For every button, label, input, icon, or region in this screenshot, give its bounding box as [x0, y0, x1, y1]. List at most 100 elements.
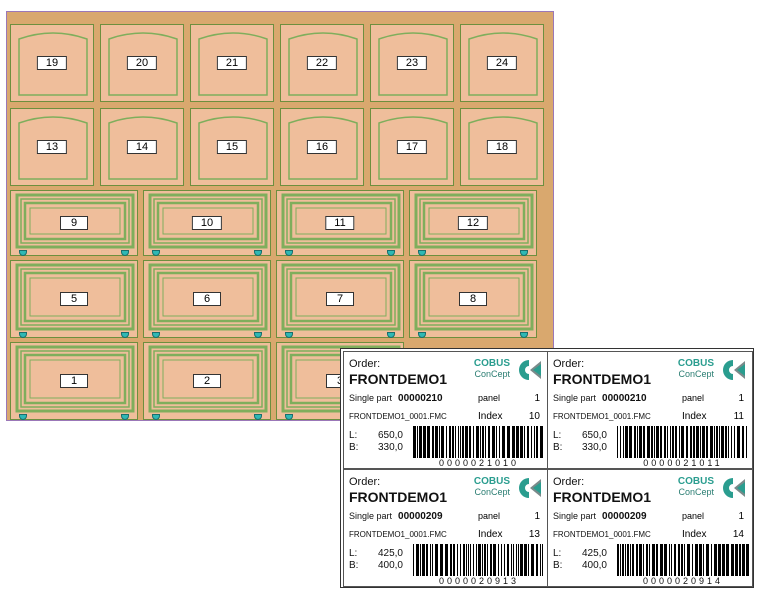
- panel-number: 1: [60, 374, 88, 388]
- single-part-label: Single part: [553, 393, 597, 403]
- panel-number: 24: [486, 56, 518, 70]
- barcode-number: 0000020913: [438, 576, 520, 586]
- brand-subtitle: ConCept: [474, 487, 510, 497]
- hinge-icon: [254, 414, 262, 420]
- width-dimension: B: 400,0: [553, 560, 607, 571]
- length-value: 650,0: [377, 430, 403, 441]
- single-part-label: Single part: [349, 511, 393, 521]
- panel-number: 14: [126, 140, 158, 154]
- brand-subtitle: ConCept: [678, 369, 714, 379]
- order-name: FRONTDEMO1: [349, 489, 447, 505]
- width-label: B:: [349, 560, 359, 571]
- panel-1[interactable]: 1: [10, 342, 138, 420]
- panel-number: 16: [306, 140, 338, 154]
- brand-subtitle: ConCept: [678, 487, 714, 497]
- width-dimension: B: 330,0: [349, 442, 403, 453]
- panel-number: 7: [326, 292, 354, 306]
- brand-text: COBUS ConCept: [678, 359, 714, 380]
- index-caption: Index: [682, 411, 707, 422]
- brand-subtitle: ConCept: [474, 369, 510, 379]
- panel-number: 20: [126, 56, 158, 70]
- panel-15[interactable]: 15: [190, 108, 274, 186]
- panel-count: 1: [534, 511, 540, 522]
- order-caption: Order:: [349, 358, 381, 370]
- single-part-label: Single part: [553, 511, 597, 521]
- single-part-caption: Single part 00000210: [553, 393, 647, 404]
- panel-caption: panel: [478, 393, 501, 403]
- panel-10[interactable]: 10: [143, 190, 271, 256]
- barcode-icon: [617, 426, 747, 458]
- barcode-icon: [617, 544, 749, 576]
- width-value: 400,0: [377, 560, 403, 571]
- panel-7[interactable]: 7: [276, 260, 404, 338]
- length-label: L:: [349, 548, 358, 559]
- hinge-icon: [418, 250, 426, 256]
- panel-12[interactable]: 12: [409, 190, 537, 256]
- panel-11[interactable]: 11: [276, 190, 404, 256]
- label-sheet: Order: FRONTDEMO1 COBUS ConCept Single part 0…: [340, 348, 754, 588]
- panel-2[interactable]: 2: [143, 342, 271, 420]
- length-dimension: L: 650,0: [349, 430, 403, 441]
- barcode-number: 0000021011: [643, 458, 723, 468]
- panel-22[interactable]: 22: [280, 24, 364, 102]
- panel-20[interactable]: 20: [100, 24, 184, 102]
- panel-23[interactable]: 23: [370, 24, 454, 102]
- panel-18[interactable]: 18: [460, 108, 544, 186]
- hinge-icon: [121, 414, 129, 420]
- width-dimension: B: 330,0: [553, 442, 607, 453]
- single-part-caption: Single part 00000209: [349, 511, 443, 522]
- order-caption: Order:: [553, 476, 585, 488]
- panel-number: 2: [193, 374, 221, 388]
- length-dimension: L: 425,0: [553, 548, 607, 559]
- brand-text: COBUS ConCept: [474, 359, 510, 380]
- brand-name: COBUS: [677, 358, 714, 369]
- hinge-icon: [387, 250, 395, 256]
- panel-number: 18: [486, 140, 518, 154]
- single-part-label: Single part: [349, 393, 393, 403]
- cobus-logo-icon: [519, 478, 541, 498]
- length-dimension: L: 650,0: [553, 430, 607, 441]
- panel-24[interactable]: 24: [460, 24, 544, 102]
- hinge-icon: [387, 332, 395, 338]
- width-dimension: B: 400,0: [349, 560, 403, 571]
- panel-6[interactable]: 6: [143, 260, 271, 338]
- panel-number: 13: [36, 140, 68, 154]
- barcode-number: 0000021010: [438, 458, 520, 468]
- panel-number: 15: [216, 140, 248, 154]
- hinge-icon: [152, 332, 160, 338]
- hinge-icon: [152, 414, 160, 420]
- panel-number: 19: [36, 56, 68, 70]
- length-value: 425,0: [377, 548, 403, 559]
- order-name: FRONTDEMO1: [349, 371, 447, 387]
- part-label: Order: FRONTDEMO1 COBUS ConCept Single part 0…: [343, 469, 549, 587]
- panel-9[interactable]: 9: [10, 190, 138, 256]
- hinge-icon: [285, 332, 293, 338]
- panel-8[interactable]: 8: [409, 260, 537, 338]
- panel-count: 1: [534, 393, 540, 404]
- order-caption: Order:: [349, 476, 381, 488]
- panel-count: 1: [738, 511, 744, 522]
- part-label: Order: FRONTDEMO1 COBUS ConCept Single part 0…: [547, 351, 753, 469]
- panel-16[interactable]: 16: [280, 108, 364, 186]
- single-part-caption: Single part 00000210: [349, 393, 443, 404]
- panel-21[interactable]: 21: [190, 24, 274, 102]
- hinge-icon: [152, 250, 160, 256]
- index-number: 14: [732, 529, 744, 540]
- hinge-icon: [254, 332, 262, 338]
- panel-19[interactable]: 19: [10, 24, 94, 102]
- panel-17[interactable]: 17: [370, 108, 454, 186]
- panel-13[interactable]: 13: [10, 108, 94, 186]
- file-name: FRONTDEMO1_0001.FMC: [349, 412, 447, 421]
- brand-text: COBUS ConCept: [474, 477, 510, 498]
- length-label: L:: [553, 548, 562, 559]
- order-caption: Order:: [553, 358, 585, 370]
- panel-number: 10: [191, 216, 223, 230]
- panel-14[interactable]: 14: [100, 108, 184, 186]
- index-number: 10: [528, 411, 540, 422]
- index-number: 11: [733, 411, 744, 422]
- width-value: 330,0: [377, 442, 403, 453]
- brand-text: COBUS ConCept: [678, 477, 714, 498]
- panel-5[interactable]: 5: [10, 260, 138, 338]
- length-value: 650,0: [581, 430, 607, 441]
- panel-number: 9: [60, 216, 88, 230]
